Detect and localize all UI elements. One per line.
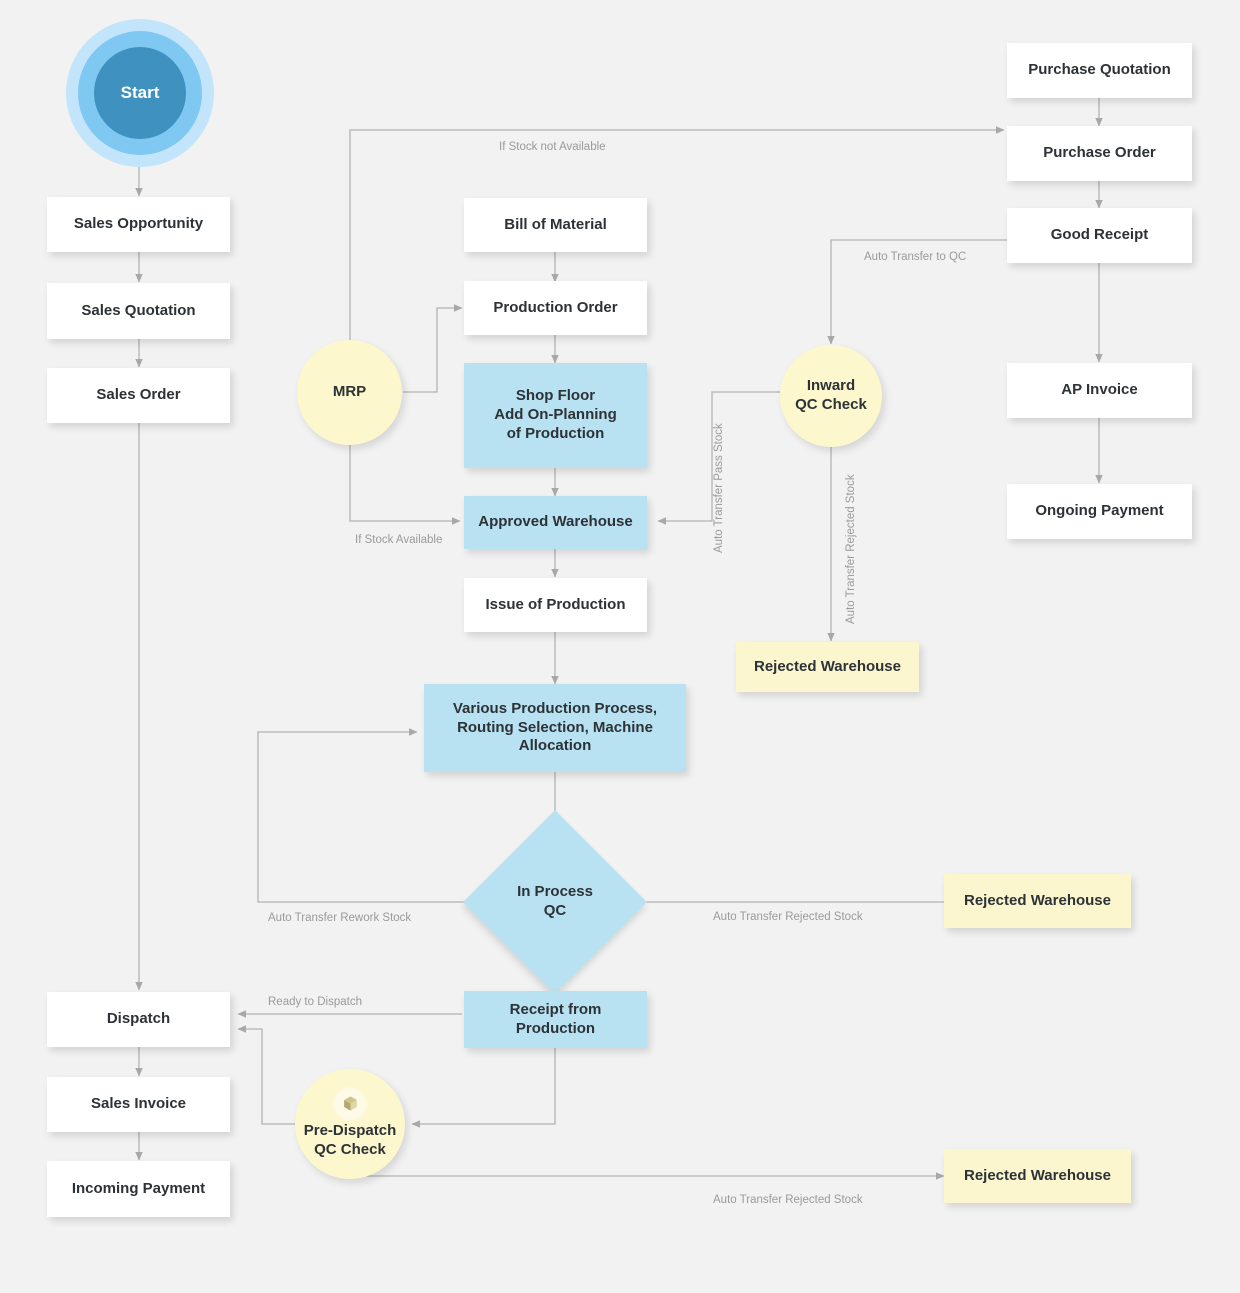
node-rejected-warehouse-predispatch[interactable]: Rejected Warehouse — [944, 1149, 1131, 1203]
node-label-line1: Pre-Dispatch — [303, 1121, 397, 1139]
node-bill-of-material[interactable]: Bill of Material — [464, 198, 647, 252]
node-incoming-payment[interactable]: Incoming Payment — [47, 1161, 230, 1217]
node-label-line1: Shop Floor — [515, 387, 596, 405]
node-label-line3: Allocation — [518, 737, 592, 755]
node-label: Sales Quotation — [81, 301, 196, 319]
node-label: Purchase Order — [1043, 144, 1156, 162]
node-ongoing-payment[interactable]: Ongoing Payment — [1007, 484, 1192, 539]
node-label-line1: Receipt from — [509, 1000, 602, 1018]
node-label: Dispatch — [106, 1010, 171, 1028]
node-label-line1: In Process — [517, 883, 593, 901]
node-label-line2: Add On-Planning — [494, 406, 617, 424]
node-purchase-order[interactable]: Purchase Order — [1007, 126, 1192, 181]
node-label: Rejected Warehouse — [754, 657, 901, 675]
node-label: Sales Opportunity — [73, 215, 204, 233]
node-pre-dispatch-qc-check[interactable]: Pre-Dispatch QC Check — [295, 1069, 405, 1179]
node-sales-quotation[interactable]: Sales Quotation — [47, 283, 230, 339]
node-label: Purchase Quotation — [1028, 61, 1171, 79]
node-label-line2: QC Check — [314, 1140, 386, 1158]
node-start[interactable]: Start — [66, 19, 214, 167]
node-label: Good Receipt — [1050, 226, 1149, 244]
node-label: Sales Order — [96, 386, 181, 404]
package-box-icon — [335, 1088, 365, 1119]
node-rejected-warehouse-inward[interactable]: Rejected Warehouse — [736, 642, 919, 692]
node-label-line2: Routing Selection, Machine — [457, 718, 653, 736]
node-label: Issue of Production — [485, 595, 626, 613]
node-label-line1: Inward — [806, 377, 856, 395]
node-rejected-warehouse-inprocess[interactable]: Rejected Warehouse — [944, 874, 1131, 928]
edge-label-auto-transfer-rejected-stock-predispatch: Auto Transfer Rejected Stock — [713, 1194, 863, 1206]
node-label-line1: Various Production Process, — [452, 699, 658, 717]
node-label-line3: of Production — [506, 424, 605, 442]
node-label: AP Invoice — [1061, 381, 1138, 399]
node-label-line2: QC Check — [795, 396, 867, 413]
node-ap-invoice[interactable]: AP Invoice — [1007, 363, 1192, 418]
edge-label-auto-transfer-to-qc: Auto Transfer to QC — [864, 251, 967, 263]
node-shop-floor[interactable]: Shop Floor Add On-Planning of Production — [464, 363, 647, 468]
node-approved-warehouse[interactable]: Approved Warehouse — [464, 496, 647, 549]
node-dispatch[interactable]: Dispatch — [47, 992, 230, 1047]
node-label: Rejected Warehouse — [964, 1166, 1111, 1184]
node-label: Sales Invoice — [90, 1095, 187, 1113]
node-good-receipt[interactable]: Good Receipt — [1007, 208, 1192, 263]
node-sales-opportunity[interactable]: Sales Opportunity — [47, 197, 230, 252]
node-mrp[interactable]: MRP — [297, 340, 402, 445]
diamond-label: In Process QC — [490, 837, 620, 967]
edge-label-auto-transfer-rejected-stock-inward: Auto Transfer Rejected Stock — [845, 474, 857, 624]
start-label: Start — [120, 83, 160, 102]
node-label: Production Order — [493, 298, 618, 316]
node-label: Approved Warehouse — [478, 513, 633, 531]
edge-label-ready-to-dispatch: Ready to Dispatch — [268, 996, 362, 1008]
edge-label-auto-transfer-rework-stock: Auto Transfer Rework Stock — [268, 912, 412, 924]
node-various-production-process[interactable]: Various Production Process, Routing Sele… — [424, 684, 686, 772]
edge-label-auto-transfer-pass-stock: Auto Transfer Pass Stock — [713, 423, 725, 553]
start-core: Start — [94, 47, 186, 139]
edge-label-if-stock-not-available: If Stock not Available — [499, 141, 606, 153]
node-label: Ongoing Payment — [1035, 502, 1164, 520]
edge-label-if-stock-available: If Stock Available — [355, 534, 443, 546]
node-label: Incoming Payment — [71, 1179, 206, 1197]
node-inward-qc-check[interactable]: Inward QC Check — [780, 345, 882, 447]
node-production-order[interactable]: Production Order — [464, 281, 647, 335]
node-in-process-qc[interactable]: In Process QC — [463, 810, 647, 994]
node-label: MRP — [332, 383, 367, 401]
node-sales-invoice[interactable]: Sales Invoice — [47, 1077, 230, 1132]
node-label: Rejected Warehouse — [964, 891, 1111, 909]
node-label-line2: Production — [515, 1019, 596, 1037]
node-label: Bill of Material — [504, 215, 607, 233]
node-sales-order[interactable]: Sales Order — [47, 368, 230, 423]
node-purchase-quotation[interactable]: Purchase Quotation — [1007, 43, 1192, 98]
node-label-line2: QC — [543, 902, 567, 919]
node-receipt-from-production[interactable]: Receipt from Production — [464, 991, 647, 1048]
node-issue-of-production[interactable]: Issue of Production — [464, 578, 647, 632]
flowchart-canvas: Start Sales Opportunity Sales Quotation … — [0, 0, 1240, 1293]
edge-label-auto-transfer-rejected-stock-inprocess: Auto Transfer Rejected Stock — [713, 911, 863, 923]
